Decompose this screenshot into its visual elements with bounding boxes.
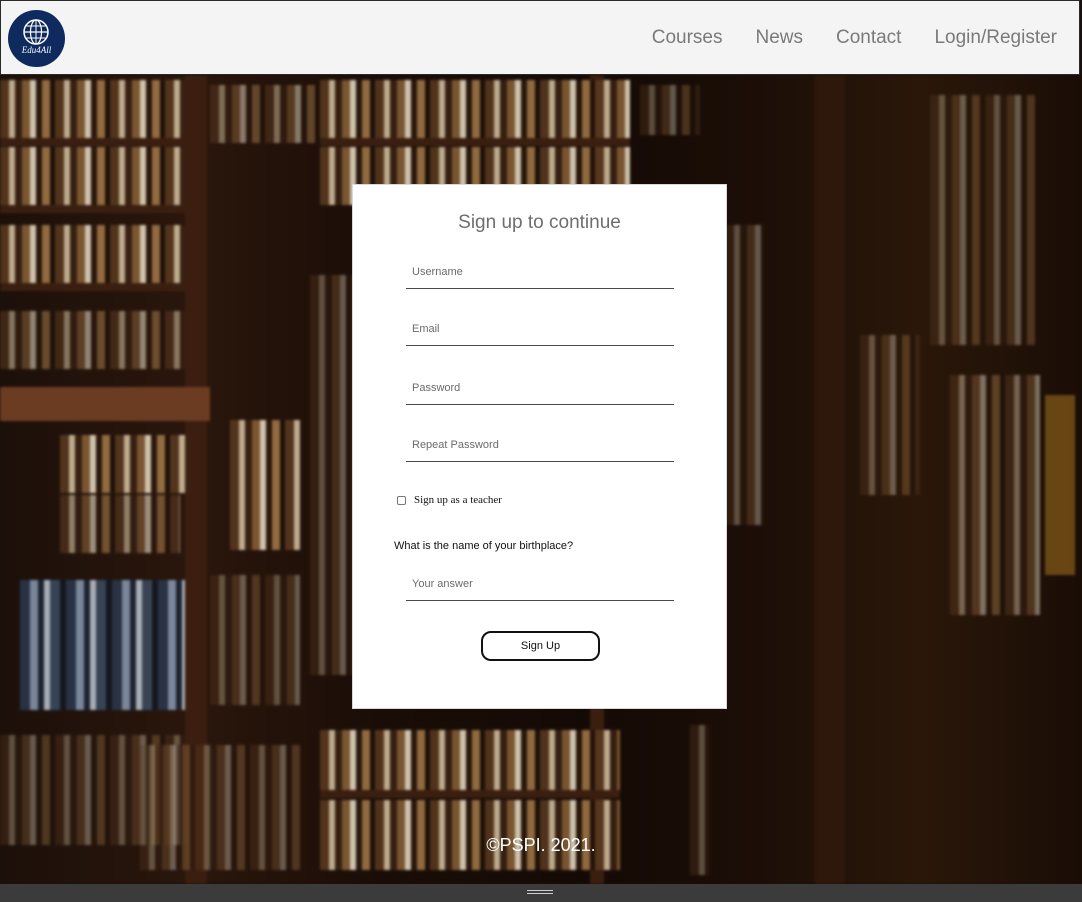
- site-logo[interactable]: Edu4All: [8, 10, 65, 67]
- main-nav: Courses News Contact Login/Register: [652, 27, 1057, 49]
- username-input[interactable]: [406, 255, 674, 289]
- teacher-checkbox[interactable]: [397, 495, 406, 505]
- password-input[interactable]: [406, 371, 674, 405]
- security-answer-input[interactable]: [406, 567, 674, 601]
- page: Edu4All Courses News Contact Login/Regis…: [0, 0, 1082, 902]
- teacher-checkbox-label[interactable]: Sign up as a teacher: [414, 494, 502, 506]
- form-title: Sign up to continue: [458, 212, 621, 233]
- nav-login-register[interactable]: Login/Register: [934, 27, 1057, 49]
- globe-icon: [23, 19, 49, 45]
- nav-courses[interactable]: Courses: [652, 27, 723, 49]
- site-header: Edu4All Courses News Contact Login/Regis…: [0, 0, 1080, 75]
- nav-contact[interactable]: Contact: [836, 27, 901, 49]
- drag-handle-icon[interactable]: [527, 890, 553, 896]
- repeat-password-input[interactable]: [406, 428, 674, 462]
- security-question-label: What is the name of your birthplace?: [394, 540, 574, 552]
- bottom-bar: [0, 884, 1082, 902]
- nav-news[interactable]: News: [755, 27, 803, 49]
- signup-form: Sign up to continue Sign up as a teacher…: [352, 184, 727, 709]
- copyright-text: ©PSPI. 2021.: [486, 835, 596, 855]
- sign-up-button[interactable]: Sign Up: [481, 631, 600, 661]
- logo-text: Edu4All: [21, 45, 52, 55]
- email-input[interactable]: [406, 312, 674, 346]
- teacher-checkbox-row: Sign up as a teacher: [397, 494, 502, 506]
